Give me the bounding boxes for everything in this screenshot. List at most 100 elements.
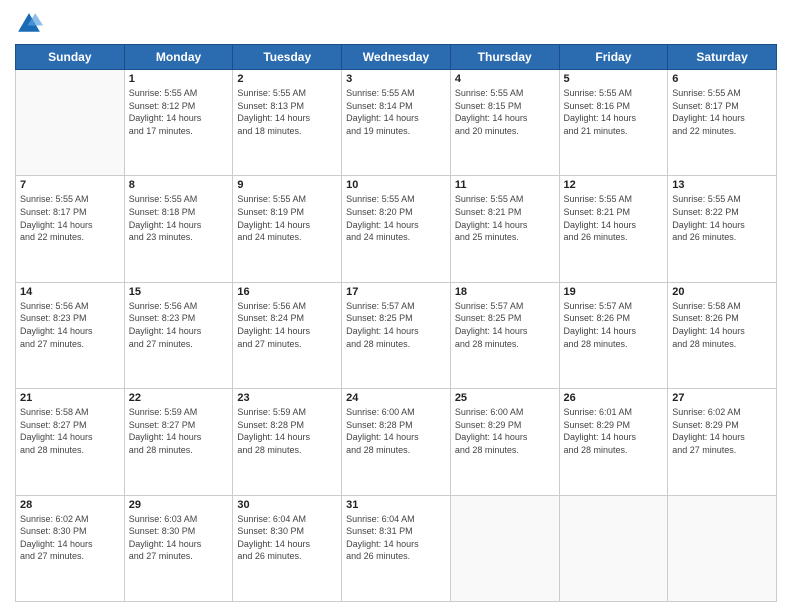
calendar-cell: 16Sunrise: 5:56 AM Sunset: 8:24 PM Dayli… [233,282,342,388]
calendar-cell: 17 Sunrise: 5:57 AM Sunset: 8:25 PM Dayli… [342,282,451,388]
day-number: 2 [237,73,337,85]
day-info: Sunrise: 5:55 AM Sunset: 8:20 PM Dayligh… [346,193,446,243]
calendar-cell: 20Sunrise: 5:58 AM Sunset: 8:26 PM Dayli… [668,282,777,388]
calendar-cell [450,495,559,601]
calendar-cell: 15Sunrise: 5:56 AM Sunset: 8:23 PM Dayli… [124,282,233,388]
calendar-cell: 10 Sunrise: 5:55 AM Sunset: 8:20 PM Dayli… [342,176,451,282]
calendar-cell: 30 Sunrise: 6:04 AM Sunset: 8:30 PM Dayli… [233,495,342,601]
weekday-header: Monday [124,45,233,70]
calendar-cell: 25 Sunrise: 6:00 AM Sunset: 8:29 PM Dayli… [450,389,559,495]
day-info: Sunrise: 5:55 AM Sunset: 8:16 PM Dayligh… [564,87,664,137]
calendar-cell [668,495,777,601]
calendar-week-row: 1 Sunrise: 5:55 AM Sunset: 8:12 PM Daylig… [16,70,777,176]
logo [15,10,47,38]
day-info: Sunrise: 5:55 AM Sunset: 8:14 PM Dayligh… [346,87,446,137]
day-info: Sunrise: 6:02 AM Sunset: 8:29 PM Dayligh… [672,406,772,456]
day-info: Sunrise: 5:57 AM Sunset: 8:26 PM Dayligh… [564,300,664,350]
day-info: Sunrise: 5:55 AM Sunset: 8:19 PM Dayligh… [237,193,337,243]
day-info: Sunrise: 5:55 AM Sunset: 8:18 PM Dayligh… [129,193,229,243]
day-info: Sunrise: 6:04 AM Sunset: 8:30 PM Dayligh… [237,513,337,563]
day-number: 12 [564,179,664,191]
calendar-cell: 3 Sunrise: 5:55 AM Sunset: 8:14 PM Daylig… [342,70,451,176]
day-number: 22 [129,392,229,404]
day-number: 23 [237,392,337,404]
calendar-cell: 6Sunrise: 5:55 AM Sunset: 8:17 PM Daylig… [668,70,777,176]
day-number: 26 [564,392,664,404]
day-number: 5 [564,73,664,85]
day-number: 30 [237,499,337,511]
day-number: 29 [129,499,229,511]
day-number: 27 [672,392,772,404]
calendar-cell [16,70,125,176]
day-number: 18 [455,286,555,298]
calendar-cell: 7Sunrise: 5:55 AM Sunset: 8:17 PM Daylig… [16,176,125,282]
day-info: Sunrise: 5:55 AM Sunset: 8:22 PM Dayligh… [672,193,772,243]
calendar-table: SundayMondayTuesdayWednesdayThursdayFrid… [15,44,777,602]
calendar-cell: 31Sunrise: 6:04 AM Sunset: 8:31 PM Dayli… [342,495,451,601]
day-info: Sunrise: 5:57 AM Sunset: 8:25 PM Dayligh… [346,300,446,350]
day-number: 9 [237,179,337,191]
day-number: 7 [20,179,120,191]
calendar-cell: 8 Sunrise: 5:55 AM Sunset: 8:18 PM Daylig… [124,176,233,282]
calendar-cell: 24 Sunrise: 6:00 AM Sunset: 8:28 PM Dayli… [342,389,451,495]
calendar-cell [559,495,668,601]
day-number: 14 [20,286,120,298]
calendar-cell: 19 Sunrise: 5:57 AM Sunset: 8:26 PM Dayli… [559,282,668,388]
day-info: Sunrise: 5:55 AM Sunset: 8:15 PM Dayligh… [455,87,555,137]
day-number: 11 [455,179,555,191]
day-number: 17 [346,286,446,298]
day-number: 19 [564,286,664,298]
day-number: 31 [346,499,446,511]
calendar-cell: 14 Sunrise: 5:56 AM Sunset: 8:23 PM Dayli… [16,282,125,388]
day-info: Sunrise: 5:56 AM Sunset: 8:23 PM Dayligh… [129,300,229,350]
day-info: Sunrise: 5:59 AM Sunset: 8:28 PM Dayligh… [237,406,337,456]
day-info: Sunrise: 5:55 AM Sunset: 8:12 PM Dayligh… [129,87,229,137]
day-number: 21 [20,392,120,404]
weekday-header: Sunday [16,45,125,70]
calendar-cell: 22 Sunrise: 5:59 AM Sunset: 8:27 PM Dayli… [124,389,233,495]
day-number: 1 [129,73,229,85]
calendar-cell: 4Sunrise: 5:55 AM Sunset: 8:15 PM Daylig… [450,70,559,176]
day-number: 28 [20,499,120,511]
calendar-cell: 2 Sunrise: 5:55 AM Sunset: 8:13 PM Daylig… [233,70,342,176]
day-number: 3 [346,73,446,85]
calendar-week-row: 14 Sunrise: 5:56 AM Sunset: 8:23 PM Dayli… [16,282,777,388]
page: SundayMondayTuesdayWednesdayThursdayFrid… [0,0,792,612]
logo-icon [15,10,43,38]
calendar-cell: 26 Sunrise: 6:01 AM Sunset: 8:29 PM Dayli… [559,389,668,495]
day-info: Sunrise: 6:02 AM Sunset: 8:30 PM Dayligh… [20,513,120,563]
calendar-cell: 13 Sunrise: 5:55 AM Sunset: 8:22 PM Dayli… [668,176,777,282]
day-number: 13 [672,179,772,191]
calendar-cell: 21 Sunrise: 5:58 AM Sunset: 8:27 PM Dayli… [16,389,125,495]
day-info: Sunrise: 5:55 AM Sunset: 8:13 PM Dayligh… [237,87,337,137]
calendar-week-row: 7Sunrise: 5:55 AM Sunset: 8:17 PM Daylig… [16,176,777,282]
day-number: 10 [346,179,446,191]
day-info: Sunrise: 6:00 AM Sunset: 8:28 PM Dayligh… [346,406,446,456]
day-number: 25 [455,392,555,404]
day-info: Sunrise: 6:00 AM Sunset: 8:29 PM Dayligh… [455,406,555,456]
weekday-header-row: SundayMondayTuesdayWednesdayThursdayFrid… [16,45,777,70]
weekday-header: Thursday [450,45,559,70]
calendar-cell: 29 Sunrise: 6:03 AM Sunset: 8:30 PM Dayli… [124,495,233,601]
calendar-cell: 23 Sunrise: 5:59 AM Sunset: 8:28 PM Dayli… [233,389,342,495]
day-number: 8 [129,179,229,191]
calendar-cell: 28 Sunrise: 6:02 AM Sunset: 8:30 PM Dayli… [16,495,125,601]
calendar-cell: 1 Sunrise: 5:55 AM Sunset: 8:12 PM Daylig… [124,70,233,176]
day-info: Sunrise: 5:55 AM Sunset: 8:21 PM Dayligh… [455,193,555,243]
day-info: Sunrise: 5:59 AM Sunset: 8:27 PM Dayligh… [129,406,229,456]
calendar-cell: 12Sunrise: 5:55 AM Sunset: 8:21 PM Dayli… [559,176,668,282]
day-info: Sunrise: 6:03 AM Sunset: 8:30 PM Dayligh… [129,513,229,563]
day-number: 24 [346,392,446,404]
day-info: Sunrise: 5:56 AM Sunset: 8:23 PM Dayligh… [20,300,120,350]
day-number: 16 [237,286,337,298]
day-number: 20 [672,286,772,298]
calendar-week-row: 21 Sunrise: 5:58 AM Sunset: 8:27 PM Dayli… [16,389,777,495]
day-number: 6 [672,73,772,85]
day-info: Sunrise: 6:01 AM Sunset: 8:29 PM Dayligh… [564,406,664,456]
weekday-header: Friday [559,45,668,70]
day-info: Sunrise: 5:58 AM Sunset: 8:27 PM Dayligh… [20,406,120,456]
calendar-cell: 27 Sunrise: 6:02 AM Sunset: 8:29 PM Dayli… [668,389,777,495]
weekday-header: Wednesday [342,45,451,70]
calendar-cell: 11 Sunrise: 5:55 AM Sunset: 8:21 PM Dayli… [450,176,559,282]
calendar-cell: 18Sunrise: 5:57 AM Sunset: 8:25 PM Dayli… [450,282,559,388]
